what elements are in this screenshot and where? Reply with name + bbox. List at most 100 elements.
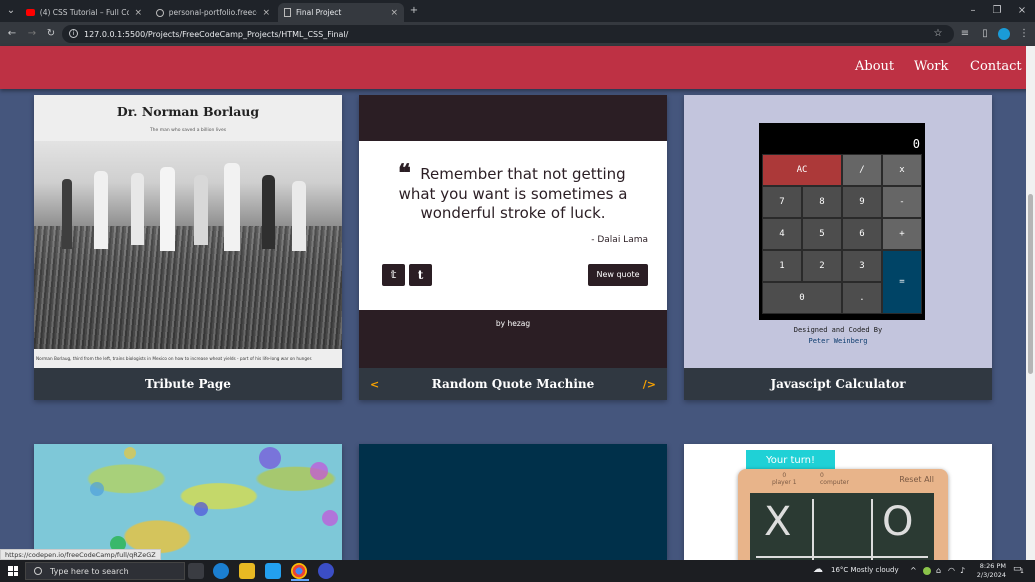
- ttt-board-frame: 0 player 1 0 computer Reset All X O: [738, 469, 948, 560]
- close-icon[interactable]: ×: [134, 8, 142, 18]
- project-card-map[interactable]: [34, 444, 342, 560]
- calc-key-7[interactable]: 7: [762, 186, 802, 218]
- by-name[interactable]: hezag: [507, 319, 530, 328]
- calc-key-8[interactable]: 8: [802, 186, 842, 218]
- calc-key-9[interactable]: 9: [842, 186, 882, 218]
- project-card-quote[interactable]: ❝ Remember that not getting what you wan…: [359, 95, 667, 400]
- menu-icon[interactable]: ⋮: [1017, 27, 1031, 41]
- by-text: by: [495, 319, 506, 328]
- reset-all-button[interactable]: Reset All: [899, 475, 934, 484]
- reload-icon[interactable]: ↻: [44, 27, 58, 41]
- sidebar-icon[interactable]: ▯: [978, 27, 992, 41]
- windows-start-icon[interactable]: [8, 566, 18, 576]
- calc-key-1[interactable]: 1: [762, 250, 802, 282]
- url-text: 127.0.0.1:5500/Projects/FreeCodeCamp_Pro…: [84, 29, 349, 39]
- edge-icon[interactable]: [213, 563, 229, 579]
- taskbar-search[interactable]: Type here to search: [25, 562, 185, 580]
- forward-icon[interactable]: →: [25, 27, 39, 41]
- calc-key-5[interactable]: 5: [802, 218, 842, 250]
- twitter-button[interactable]: 𝕥: [382, 264, 405, 286]
- calc-key-2[interactable]: 2: [802, 250, 842, 282]
- nav-about[interactable]: About: [855, 59, 894, 74]
- calc-key-multiply[interactable]: x: [882, 154, 922, 186]
- project-card-dark[interactable]: [359, 444, 667, 560]
- maximize-icon[interactable]: ❐: [990, 4, 1004, 18]
- tribute-subtitle: The man who saved a billion lives: [149, 128, 227, 133]
- project-card-tictactoe[interactable]: Your turn! 0 player 1 0 computer Reset A…: [684, 444, 992, 560]
- cell-x[interactable]: X: [764, 499, 791, 545]
- app-icon[interactable]: [318, 563, 334, 579]
- network-icon[interactable]: ⌂: [936, 566, 941, 575]
- youtube-icon: [26, 9, 35, 16]
- close-icon[interactable]: ×: [390, 8, 398, 18]
- profile-avatar[interactable]: [998, 28, 1010, 40]
- window-close-icon[interactable]: ×: [1015, 4, 1029, 18]
- search-placeholder: Type here to search: [50, 566, 129, 576]
- project-card-tribute[interactable]: Dr. Norman Borlaug The man who saved a b…: [34, 95, 342, 400]
- next-tag: />: [642, 378, 656, 391]
- ttt-board: X O: [750, 493, 934, 560]
- quote-text: Remember that not getting what you want …: [398, 165, 628, 222]
- weather-icon: ☁: [813, 564, 823, 575]
- quote-author: - Dalai Lama: [591, 235, 648, 245]
- bookmark-star-icon[interactable]: ☆: [931, 27, 945, 41]
- scrollbar-thumb[interactable]: [1028, 194, 1033, 374]
- file-explorer-icon[interactable]: [239, 563, 255, 579]
- calc-key-ac[interactable]: AC: [762, 154, 842, 186]
- calc-credit-2[interactable]: Peter Weinberg: [684, 337, 992, 345]
- calc-key-plus[interactable]: +: [882, 218, 922, 250]
- calc-credit-1: Designed and Coded By: [793, 326, 883, 334]
- tribute-caption: Norman Borlaug, third from the left, tra…: [34, 349, 342, 368]
- page-scrollbar[interactable]: [1026, 46, 1035, 560]
- calc-key-6[interactable]: 6: [842, 218, 882, 250]
- media-icon[interactable]: ≡: [958, 27, 972, 41]
- url-bar[interactable]: i 127.0.0.1:5500/Projects/FreeCodeCamp_P…: [62, 25, 954, 43]
- map-image: [34, 444, 342, 560]
- cell-o[interactable]: O: [882, 499, 913, 545]
- tab-css-tutorial[interactable]: (4) CSS Tutorial – Full Course fo ×: [20, 3, 148, 22]
- prev-tag: <: [370, 378, 380, 391]
- calc-key-divide[interactable]: /: [842, 154, 882, 186]
- info-icon[interactable]: i: [69, 29, 78, 38]
- volume-icon[interactable]: ♪: [960, 566, 965, 575]
- project-label: Random Quote Machine: [431, 377, 595, 391]
- calc-key-3[interactable]: 3: [842, 250, 882, 282]
- weather-text[interactable]: 16°C Mostly cloudy: [831, 566, 899, 574]
- back-icon[interactable]: ←: [5, 27, 19, 41]
- vscode-icon[interactable]: [265, 563, 281, 579]
- clock[interactable]: 8:26 PM 2/3/2024: [974, 562, 1006, 580]
- minimize-icon[interactable]: –: [966, 4, 980, 18]
- clock-time: 8:26 PM: [979, 562, 1006, 570]
- calc-key-minus[interactable]: -: [882, 186, 922, 218]
- wifi-icon[interactable]: ◠: [948, 566, 955, 575]
- nav-contact[interactable]: Contact: [970, 59, 1022, 74]
- nav-work[interactable]: Work: [914, 59, 948, 74]
- tab-portfolio[interactable]: personal-portfolio.freecodecam ×: [150, 3, 276, 22]
- tab-final-project[interactable]: Final Project ×: [278, 3, 404, 22]
- tray-app-icon[interactable]: [923, 567, 931, 575]
- calc-key-equals[interactable]: =: [882, 250, 922, 314]
- calc-display: 0: [912, 137, 920, 151]
- new-quote-button[interactable]: New quote: [588, 264, 648, 286]
- new-tab-icon[interactable]: +: [407, 4, 421, 18]
- page-icon: [284, 8, 291, 17]
- calc-key-4[interactable]: 4: [762, 218, 802, 250]
- globe-icon: [156, 8, 164, 17]
- tab-list-icon[interactable]: ⌄: [4, 4, 18, 18]
- tab-title: personal-portfolio.freecodecam: [168, 8, 258, 17]
- project-card-calculator[interactable]: 0 AC / x 7 8 9 - 4 5 6 + 1 2 3 = 0 . Des…: [684, 95, 992, 400]
- tribute-title: Dr. Norman Borlaug: [116, 104, 260, 119]
- browser-tab-bar: ⌄ (4) CSS Tutorial – Full Course fo × pe…: [0, 0, 1035, 22]
- calc-key-decimal[interactable]: .: [842, 282, 882, 314]
- close-icon[interactable]: ×: [262, 8, 270, 18]
- notification-count: 1: [1020, 568, 1024, 575]
- computer-score: 0: [820, 472, 824, 479]
- quote-box: ❝ Remember that not getting what you wan…: [359, 141, 667, 310]
- player-name: player 1: [772, 479, 797, 486]
- active-app-indicator: [291, 579, 309, 581]
- tumblr-button[interactable]: t: [409, 264, 432, 286]
- chrome-icon[interactable]: [291, 563, 307, 579]
- task-view-icon[interactable]: [188, 563, 204, 579]
- calc-key-0[interactable]: 0: [762, 282, 842, 314]
- tray-chevron-icon[interactable]: ^: [910, 566, 917, 575]
